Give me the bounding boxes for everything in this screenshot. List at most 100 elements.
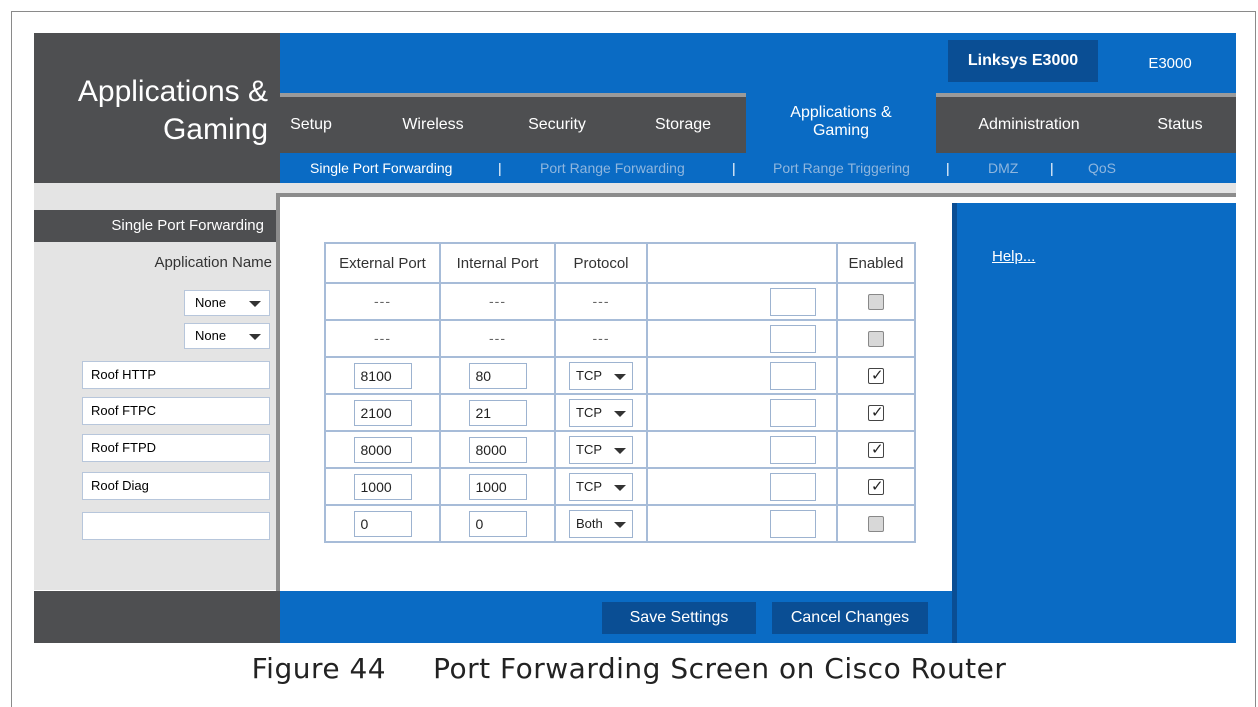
application-select-2[interactable]: None xyxy=(184,323,270,349)
protocol-value: --- xyxy=(592,293,610,309)
internal-port-cell: 1000 xyxy=(439,467,556,506)
page-title: Applications & Gaming xyxy=(78,73,268,149)
port-forwarding-table: External Port Internal Port Protocol Ena… xyxy=(324,242,916,543)
protocol-select[interactable]: Both xyxy=(569,509,633,538)
protocol-cell: TCP xyxy=(554,393,648,432)
subtab-qos[interactable]: QoS xyxy=(1088,153,1116,183)
enabled-cell xyxy=(836,356,916,395)
device-ip-input[interactable] xyxy=(770,509,816,538)
application-name-input-1[interactable]: Roof HTTP xyxy=(82,361,270,389)
internal-port-input[interactable]: 8000 xyxy=(468,436,527,463)
protocol-select-value: TCP xyxy=(576,478,602,494)
chevron-down-icon xyxy=(614,373,626,380)
enabled-checkbox[interactable] xyxy=(868,403,884,422)
nav-tab-wireless[interactable]: Wireless xyxy=(388,97,478,153)
table-row: 1000 1000 TCP xyxy=(324,467,916,506)
enabled-checkbox[interactable] xyxy=(868,331,884,348)
external-port-input[interactable]: 8000 xyxy=(353,436,412,463)
subtab-port-range-forwarding[interactable]: Port Range Forwarding xyxy=(540,153,685,183)
subtab-dmz[interactable]: DMZ xyxy=(988,153,1018,183)
protocol-select[interactable]: TCP xyxy=(569,435,633,464)
external-port-value: --- xyxy=(374,293,391,309)
external-port-cell: --- xyxy=(324,319,441,358)
application-name-input-3[interactable]: Roof FTPD xyxy=(82,434,270,462)
enabled-checkbox[interactable] xyxy=(868,440,884,459)
figure-caption: Figure 44 Port Forwarding Screen on Cisc… xyxy=(251,652,1007,685)
help-link[interactable]: Help... xyxy=(992,248,1035,265)
subtab-single-port-forwarding[interactable]: Single Port Forwarding xyxy=(310,153,452,183)
protocol-select-value: TCP xyxy=(576,367,602,383)
application-name-label: Application Name xyxy=(154,254,272,271)
device-ip-input[interactable] xyxy=(770,361,816,390)
save-settings-button[interactable]: Save Settings xyxy=(602,602,756,634)
column-header-protocol: Protocol xyxy=(554,242,648,284)
nav-tab-storage[interactable]: Storage xyxy=(642,97,724,153)
nav-tab-security[interactable]: Security xyxy=(512,97,602,153)
nav-tab-administration[interactable]: Administration xyxy=(966,97,1092,153)
subnav-separator: | xyxy=(498,160,502,176)
internal-port-input[interactable]: 0 xyxy=(468,510,527,537)
table-row: --- --- --- xyxy=(324,282,916,321)
protocol-select-value: TCP xyxy=(576,441,602,457)
subnav-separator: | xyxy=(1050,160,1054,176)
external-port-input[interactable]: 0 xyxy=(353,510,412,537)
subtab-port-range-triggering[interactable]: Port Range Triggering xyxy=(773,153,910,183)
device-ip-input[interactable] xyxy=(770,287,816,316)
protocol-cell: TCP xyxy=(554,356,648,395)
application-select-1[interactable]: None xyxy=(184,290,270,316)
external-port-value: --- xyxy=(374,330,391,346)
chevron-down-icon xyxy=(614,410,626,417)
enabled-cell xyxy=(836,282,916,321)
internal-port-cell: 8000 xyxy=(439,430,556,469)
external-port-input[interactable]: 2100 xyxy=(353,399,412,426)
nav-tab-setup[interactable]: Setup xyxy=(280,97,342,153)
device-ip-input[interactable] xyxy=(770,398,816,427)
protocol-select[interactable]: TCP xyxy=(569,472,633,501)
device-ip-input[interactable] xyxy=(770,435,816,464)
protocol-select[interactable]: TCP xyxy=(569,398,633,427)
protocol-cell: TCP xyxy=(554,430,648,469)
footer-help-block xyxy=(957,591,1236,643)
enabled-checkbox[interactable] xyxy=(868,294,884,311)
sub-nav-left-block xyxy=(34,153,280,183)
enabled-checkbox[interactable] xyxy=(868,516,884,533)
external-port-input[interactable]: 8100 xyxy=(353,362,412,389)
protocol-select-value: TCP xyxy=(576,404,602,420)
device-ip-cell xyxy=(646,393,838,432)
enabled-checkbox[interactable] xyxy=(868,477,884,496)
device-ip-input[interactable] xyxy=(770,472,816,501)
device-ip-cell xyxy=(646,282,838,321)
protocol-select[interactable]: TCP xyxy=(569,361,633,390)
column-header-internal-port: Internal Port xyxy=(439,242,556,284)
external-port-cell: 8100 xyxy=(324,356,441,395)
table-row: 0 0 Both xyxy=(324,504,916,543)
column-header-enabled: Enabled xyxy=(836,242,916,284)
cancel-changes-button[interactable]: Cancel Changes xyxy=(772,602,928,634)
chevron-down-icon xyxy=(249,301,261,307)
column-header-external-port: External Port xyxy=(324,242,441,284)
subnav-separator: | xyxy=(946,160,950,176)
device-ip-cell xyxy=(646,504,838,543)
enabled-cell xyxy=(836,504,916,543)
device-ip-input[interactable] xyxy=(770,324,816,353)
internal-port-input[interactable]: 80 xyxy=(468,362,527,389)
subnav-separator: | xyxy=(732,160,736,176)
nav-tab-status[interactable]: Status xyxy=(1140,97,1220,153)
internal-port-input[interactable]: 1000 xyxy=(468,473,527,500)
application-select-value: None xyxy=(195,295,227,310)
enabled-checkbox[interactable] xyxy=(868,366,884,385)
application-name-input-5[interactable] xyxy=(82,512,270,540)
external-port-cell: --- xyxy=(324,282,441,321)
page-title-line2: Gaming xyxy=(162,113,268,146)
application-name-input-2[interactable]: Roof FTPC xyxy=(82,397,270,425)
chevron-down-icon xyxy=(614,521,626,528)
external-port-input[interactable]: 1000 xyxy=(353,473,412,500)
nav-tab-applications-gaming[interactable]: Applications & Gaming xyxy=(746,90,936,153)
table-header-row: External Port Internal Port Protocol Ena… xyxy=(324,242,916,284)
application-name-input-4[interactable]: Roof Diag xyxy=(82,472,270,500)
chevron-down-icon xyxy=(249,334,261,340)
table-row: 2100 21 TCP xyxy=(324,393,916,432)
table-row: --- --- --- xyxy=(324,319,916,358)
column-header-blank xyxy=(646,242,838,284)
internal-port-input[interactable]: 21 xyxy=(468,399,527,426)
